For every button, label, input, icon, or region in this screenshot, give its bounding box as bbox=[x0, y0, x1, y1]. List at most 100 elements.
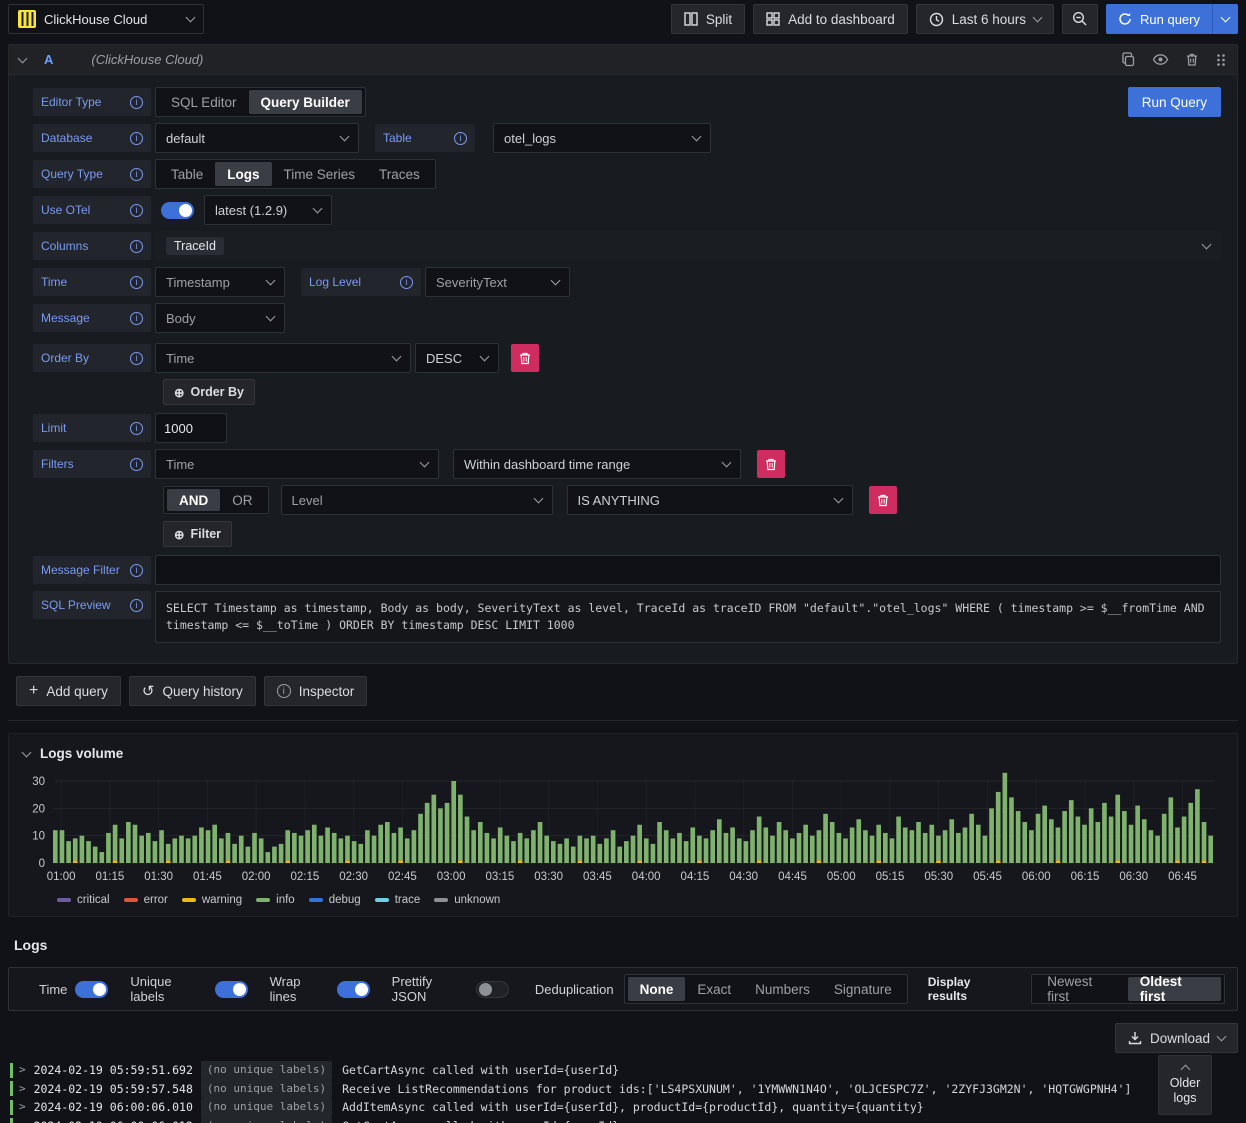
download-button[interactable]: Download bbox=[1114, 1023, 1238, 1053]
remove-filter2-button[interactable] bbox=[868, 486, 897, 514]
field-label-filters: Filters i bbox=[33, 450, 151, 478]
split-button[interactable]: Split bbox=[670, 4, 746, 34]
info-icon[interactable]: i bbox=[130, 563, 143, 577]
display-newest-first[interactable]: Newest first bbox=[1035, 974, 1128, 1004]
columns-multiselect[interactable]: TraceId bbox=[155, 231, 1221, 261]
log-level-column-select[interactable]: SeverityText bbox=[425, 267, 570, 297]
info-icon[interactable]: i bbox=[130, 351, 143, 365]
filter-field-select[interactable]: Time bbox=[155, 449, 439, 479]
filter-operator-select[interactable]: Within dashboard time range bbox=[453, 449, 741, 479]
query-type-time-series[interactable]: Time Series bbox=[272, 162, 368, 186]
expand-log-chevron-icon[interactable]: > bbox=[19, 1117, 26, 1123]
time-range-picker[interactable]: Last 6 hours bbox=[915, 4, 1055, 34]
use-otel-toggle[interactable] bbox=[161, 201, 194, 219]
filter-bool-or[interactable]: OR bbox=[220, 489, 264, 511]
run-query-caret[interactable] bbox=[1212, 4, 1238, 34]
table-select[interactable]: otel_logs bbox=[493, 123, 711, 153]
collapse-chevron-icon[interactable] bbox=[17, 53, 28, 64]
info-icon[interactable]: i bbox=[130, 275, 143, 289]
expand-log-chevron-icon[interactable]: > bbox=[19, 1098, 26, 1117]
filter2-field-select[interactable]: Level bbox=[280, 485, 553, 515]
remove-order-by-button[interactable] bbox=[511, 344, 539, 372]
unique-labels-toggle-label: Unique labels bbox=[130, 974, 172, 1004]
info-icon[interactable]: i bbox=[400, 275, 413, 289]
time-toggle[interactable] bbox=[75, 980, 109, 998]
limit-input[interactable] bbox=[155, 413, 227, 443]
add-to-dashboard-button[interactable]: Add to dashboard bbox=[753, 4, 908, 34]
database-select[interactable]: default bbox=[155, 123, 359, 153]
legend-item-warning[interactable]: warning bbox=[181, 894, 242, 906]
editor-type-sql-editor[interactable]: SQL Editor bbox=[159, 90, 249, 114]
logs-controls: Time Unique labels Wrap lines Prettify J… bbox=[8, 967, 1238, 1011]
log-timestamp: 2024-02-19 06:00:06.010 bbox=[33, 1100, 193, 1114]
log-row[interactable]: >2024-02-19 06:00:06.012 (no unique label… bbox=[8, 1116, 1238, 1123]
message-column-select[interactable]: Body bbox=[155, 303, 285, 333]
info-icon[interactable]: i bbox=[130, 598, 143, 612]
legend-item-info[interactable]: info bbox=[256, 894, 295, 906]
logs-volume-chart[interactable]: 0 10 20 30 01:00 01:15 01:30 01:45 02:00 02:15 02:… bbox=[17, 771, 1229, 889]
display-oldest-first[interactable]: Oldest first bbox=[1127, 974, 1222, 1004]
info-icon[interactable]: i bbox=[454, 131, 467, 145]
expand-log-chevron-icon[interactable]: > bbox=[19, 1080, 26, 1099]
add-order-by-button[interactable]: ⊕ Order By bbox=[163, 379, 255, 405]
legend-item-trace[interactable]: trace bbox=[374, 894, 421, 906]
dedup-none[interactable]: None bbox=[627, 977, 686, 1001]
add-query-button[interactable]: + Add query bbox=[16, 676, 121, 706]
editor-type-query-builder[interactable]: Query Builder bbox=[248, 90, 362, 114]
drag-handle-icon[interactable] bbox=[1215, 53, 1227, 67]
field-label-sql-preview: SQL Preview i bbox=[33, 591, 151, 619]
run-query-label: Run query bbox=[1140, 11, 1200, 27]
time-column-select[interactable]: Timestamp bbox=[155, 267, 285, 297]
info-icon[interactable]: i bbox=[130, 457, 143, 471]
info-icon[interactable]: i bbox=[130, 131, 143, 145]
inspector-button[interactable]: i Inspector bbox=[263, 676, 368, 706]
log-row[interactable]: >2024-02-19 06:00:06.010 (no unique label… bbox=[8, 1098, 1238, 1117]
dedup-exact[interactable]: Exact bbox=[685, 977, 743, 1001]
filter-bool-and[interactable]: AND bbox=[167, 489, 221, 511]
info-icon[interactable]: i bbox=[130, 95, 143, 109]
hide-response-eye-icon[interactable] bbox=[1152, 52, 1169, 67]
info-swatch-icon bbox=[256, 898, 271, 902]
legend-item-unknown[interactable]: unknown bbox=[434, 894, 500, 906]
dedup-numbers[interactable]: Numbers bbox=[743, 977, 822, 1001]
run-query-panel-button[interactable]: Run Query bbox=[1127, 87, 1221, 117]
query-history-button[interactable]: ↺ Query history bbox=[128, 676, 256, 706]
wrap-lines-toggle[interactable] bbox=[336, 980, 370, 998]
add-filter-button[interactable]: ⊕ Filter bbox=[163, 521, 233, 547]
info-icon[interactable]: i bbox=[130, 421, 143, 435]
legend-label: trace bbox=[394, 894, 421, 906]
info-icon[interactable]: i bbox=[130, 203, 143, 217]
legend-item-error[interactable]: error bbox=[123, 894, 168, 906]
run-query-split-button[interactable]: Run query bbox=[1106, 4, 1238, 34]
legend-item-critical[interactable]: critical bbox=[57, 894, 110, 906]
unique-labels-toggle[interactable] bbox=[214, 980, 248, 998]
order-by-field-select[interactable]: Time bbox=[155, 343, 411, 373]
message-filter-input[interactable] bbox=[155, 555, 1221, 585]
legend-item-debug[interactable]: debug bbox=[308, 894, 361, 906]
expand-log-chevron-icon[interactable]: > bbox=[19, 1061, 26, 1080]
info-icon[interactable]: i bbox=[130, 311, 143, 325]
filter2-operator-select[interactable]: IS ANYTHING bbox=[566, 485, 853, 515]
filter-bool-switch: AND OR bbox=[163, 486, 269, 514]
order-by-direction-select[interactable]: DESC bbox=[415, 343, 499, 373]
duplicate-query-icon[interactable] bbox=[1121, 52, 1136, 67]
remove-filter-button[interactable] bbox=[757, 450, 785, 478]
query-row-header[interactable]: A (ClickHouse Cloud) bbox=[9, 45, 1237, 75]
dedup-signature[interactable]: Signature bbox=[822, 977, 904, 1001]
log-row[interactable]: >2024-02-19 05:59:57.548 (no unique label… bbox=[8, 1079, 1238, 1099]
query-type-logs[interactable]: Logs bbox=[215, 162, 272, 186]
info-icon[interactable]: i bbox=[130, 167, 143, 181]
zoom-out-button[interactable] bbox=[1062, 4, 1099, 34]
query-type-traces[interactable]: Traces bbox=[367, 162, 432, 186]
svg-text:02:30: 02:30 bbox=[339, 871, 368, 883]
older-logs-button[interactable]: Older logs bbox=[1158, 1055, 1212, 1115]
prettify-json-toggle[interactable] bbox=[475, 980, 509, 998]
remove-query-trash-icon[interactable] bbox=[1185, 52, 1199, 67]
log-row[interactable]: >2024-02-19 05:59:51.692 (no unique label… bbox=[8, 1061, 1238, 1080]
datasource-picker[interactable]: ClickHouse Cloud bbox=[8, 4, 204, 34]
otel-version-select[interactable]: latest (1.2.9) bbox=[204, 195, 332, 225]
logs-volume-header[interactable]: Logs volume bbox=[17, 742, 1229, 771]
query-type-table[interactable]: Table bbox=[159, 162, 215, 186]
column-chip-traceid[interactable]: TraceId bbox=[166, 237, 224, 255]
info-icon[interactable]: i bbox=[130, 239, 143, 253]
